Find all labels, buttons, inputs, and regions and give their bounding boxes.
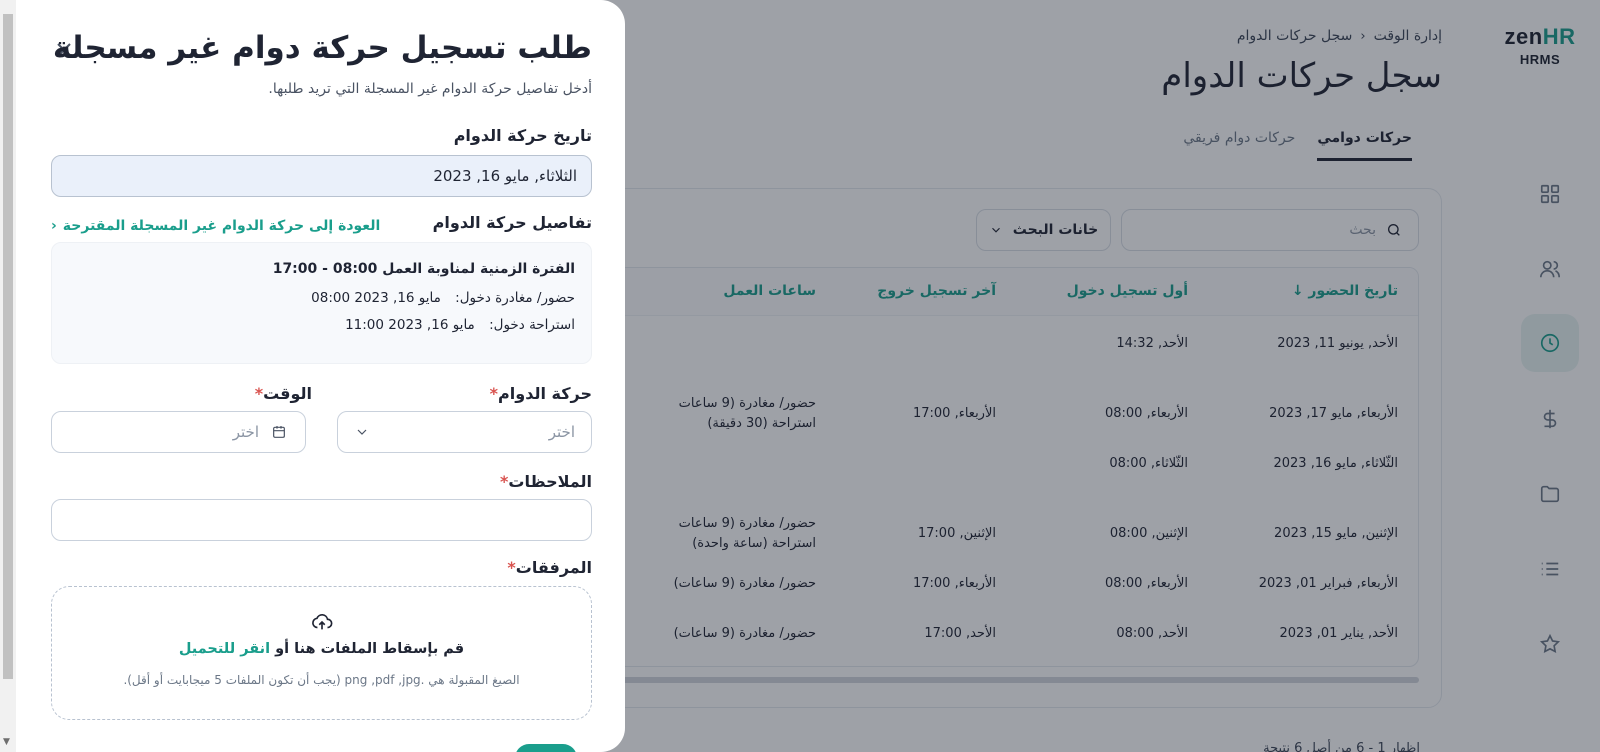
entry-value: مايو 16, 2023 11:00 — [345, 317, 475, 333]
scrollbar[interactable]: ▼ — [0, 0, 16, 752]
date-value: الثلاثاء, مايو 16, 2023 — [433, 167, 577, 185]
time-label: الوقت* — [254, 384, 312, 403]
movement-placeholder: اختر — [548, 423, 575, 441]
upload-text: قم بإسقاط الملفات هنا أو — [275, 641, 465, 657]
attachments-label: المرفقات* — [507, 558, 592, 577]
drawer-title: طلب تسجيل حركة دوام غير مسجلة — [52, 30, 592, 66]
entry-row: استراحة دخول: مايو 16, 2023 11:00 — [68, 317, 575, 333]
chevron-left-icon: ‹ — [51, 218, 57, 234]
date-field[interactable]: الثلاثاء, مايو 16, 2023 — [51, 155, 592, 197]
shift-period: الفترة الزمنية لمناوبة العمل 08:00 - 17:… — [272, 261, 575, 277]
scroll-down-arrow-icon[interactable]: ▼ — [3, 737, 10, 747]
time-placeholder: اختر — [232, 423, 259, 441]
shift-details: الفترة الزمنية لمناوبة العمل 08:00 - 17:… — [51, 242, 592, 364]
calendar-icon — [273, 426, 285, 438]
chevron-down-icon — [357, 429, 367, 435]
notes-label: الملاحظات* — [500, 472, 592, 491]
entry-row: حضور/ مغادرة دخول: مايو 16, 2023 08:00 — [68, 290, 575, 306]
entry-key: استراحة دخول: — [489, 317, 575, 333]
notes-input[interactable] — [51, 499, 592, 541]
cloud-upload-icon — [311, 614, 332, 630]
time-picker[interactable]: اختر — [51, 411, 306, 453]
upload-link[interactable]: انقر للتحميل — [179, 641, 270, 657]
movement-select[interactable]: اختر — [337, 411, 592, 453]
scrollbar-thumb[interactable] — [3, 14, 13, 679]
request-drawer: طلب تسجيل حركة دوام غير مسجلة أدخل تفاصي… — [16, 0, 625, 752]
upload-instructions: قم بإسقاط الملفات هنا أو انقر للتحميل — [179, 641, 464, 657]
entry-key: حضور/ مغادرة دخول: — [455, 290, 575, 306]
back-link[interactable]: العودة إلى حركة الدوام غير المسجلة المقت… — [51, 218, 380, 234]
upload-hint: الصيغ المقبولة هي .png ,pdf ,jpg (يجب أن… — [123, 673, 520, 687]
back-link-text: العودة إلى حركة الدوام غير المسجلة المقت… — [62, 218, 381, 234]
file-dropzone[interactable]: قم بإسقاط الملفات هنا أو انقر للتحميل ال… — [51, 586, 592, 720]
drawer-subtitle: أدخل تفاصيل حركة الدوام غير المسجلة التي… — [268, 81, 592, 97]
entry-value: مايو 16, 2023 08:00 — [311, 290, 441, 306]
movement-label: حركة الدوام* — [489, 384, 592, 403]
details-label: تفاصيل حركة الدوام — [432, 213, 592, 232]
submit-button[interactable] — [515, 744, 577, 752]
date-label: تاريخ حركة الدوام — [453, 126, 592, 145]
